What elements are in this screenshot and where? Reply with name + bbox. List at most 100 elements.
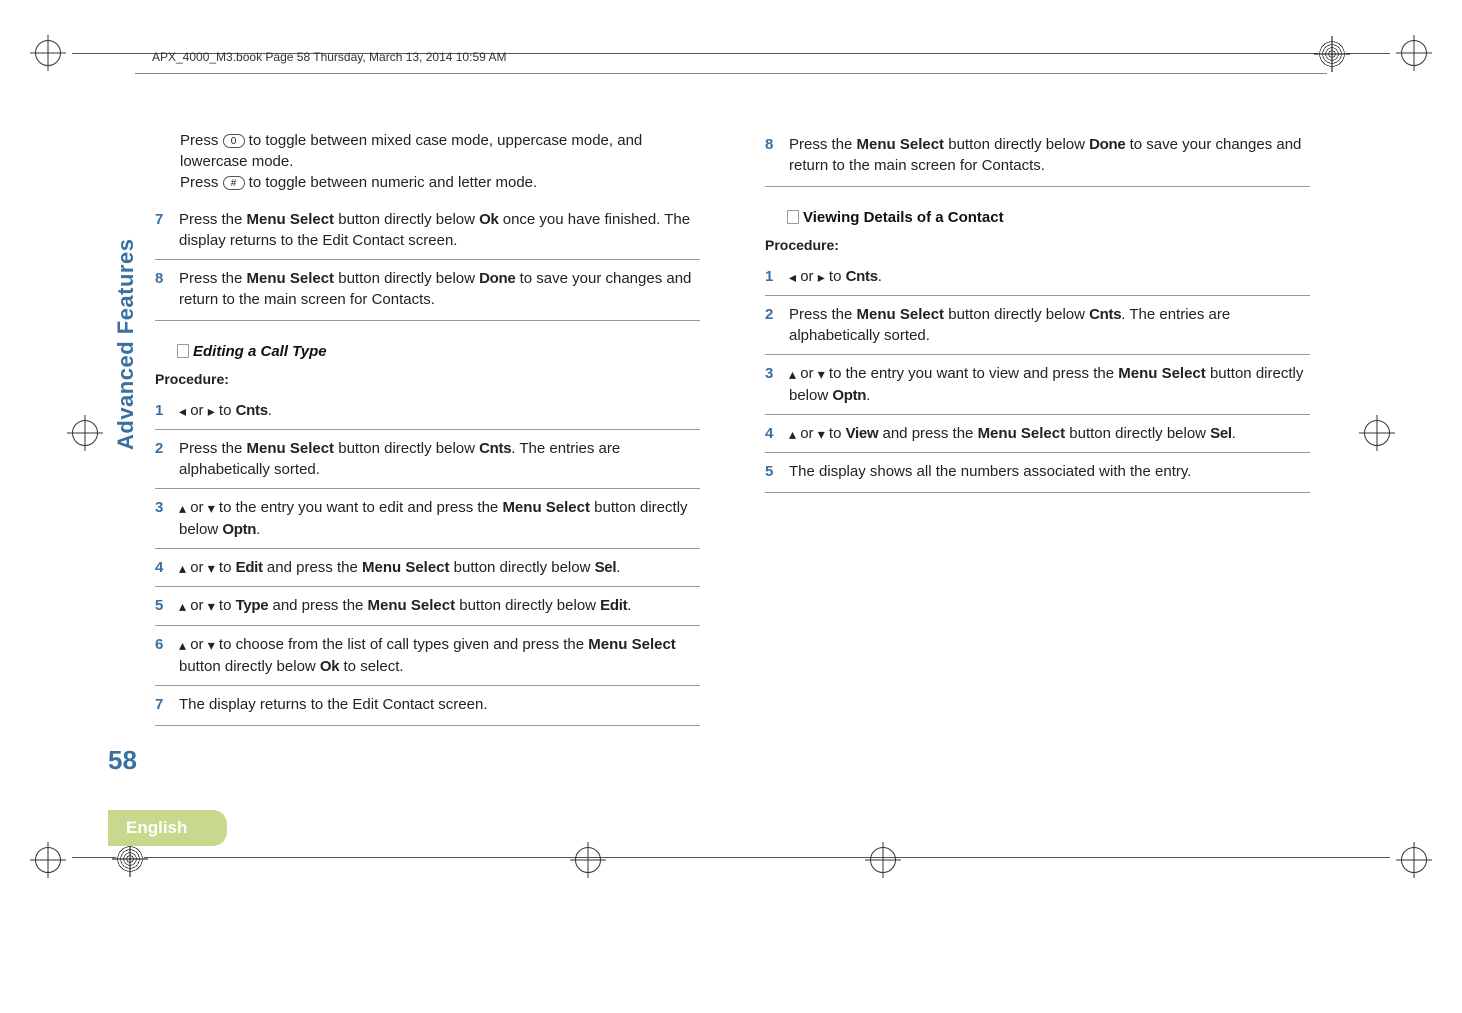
ui-label: Menu Select: [247, 211, 335, 228]
softkey-label: View: [846, 425, 879, 442]
step-body: ▴ or ▾ to the entry you want to edit and…: [179, 497, 700, 540]
step-body: ◂ or ▸ to Cnts.: [179, 400, 700, 422]
text: to choose from the list of call types gi…: [215, 636, 589, 653]
text: Press the: [789, 136, 857, 153]
step-item: 8 Press the Menu Select button directly …: [765, 130, 1310, 187]
left-column: Press 0 to toggle between mixed case mod…: [155, 130, 700, 726]
target-mark-icon: [116, 845, 144, 873]
up-arrow-icon: ▴: [789, 426, 796, 442]
up-arrow-icon: ▴: [179, 637, 186, 653]
step-number: 3: [155, 497, 179, 540]
text: to toggle between numeric and letter mod…: [245, 174, 538, 191]
text: .: [268, 402, 272, 419]
section-doc-icon: [787, 210, 799, 224]
ui-label: Menu Select: [247, 440, 335, 457]
step-item: 8 Press the Menu Select button directly …: [155, 259, 700, 321]
target-mark-icon: [1318, 40, 1346, 68]
ui-label: Menu Select: [362, 559, 450, 576]
step-item: 4 ▴ or ▾ to View and press the Menu Sele…: [765, 414, 1310, 453]
step-number: 2: [765, 304, 789, 346]
text: or: [796, 268, 818, 285]
text: Press: [180, 174, 223, 191]
step-number: 2: [155, 438, 179, 480]
step-number: 1: [155, 400, 179, 422]
text: .: [1232, 425, 1236, 442]
step-item: 7 Press the Menu Select button directly …: [155, 205, 700, 259]
step-item: 5 ▴ or ▾ to Type and press the Menu Sele…: [155, 586, 700, 625]
step-number: 8: [765, 134, 789, 176]
text: to: [215, 597, 236, 614]
text: to: [215, 402, 236, 419]
text: The display shows all the numbers associ…: [789, 463, 1191, 480]
sidebar-section-label: Advanced Features: [113, 200, 139, 450]
text: to: [825, 425, 846, 442]
key-hash-icon: #: [223, 176, 245, 190]
crop-line: [135, 73, 1327, 74]
softkey-label: Sel: [595, 559, 617, 576]
softkey-label: Optn: [222, 521, 256, 538]
ui-label: Menu Select: [502, 499, 590, 516]
text: or: [186, 402, 208, 419]
softkey-label: Type: [236, 597, 269, 614]
step-item: 2 Press the Menu Select button directly …: [765, 295, 1310, 354]
left-arrow-icon: ◂: [179, 403, 186, 419]
step-number: 6: [155, 634, 179, 677]
right-arrow-icon: ▸: [208, 403, 215, 419]
ui-label: Menu Select: [1118, 365, 1206, 382]
text: button directly below: [450, 559, 595, 576]
text: Press the: [179, 270, 247, 287]
text: .: [866, 387, 870, 404]
title-text: Viewing Details of a Contact: [803, 209, 1004, 226]
step-item: 7 The display returns to the Edit Contac…: [155, 685, 700, 726]
text: .: [627, 597, 631, 614]
text: Press: [180, 132, 223, 149]
step-body: The display shows all the numbers associ…: [789, 461, 1310, 482]
down-arrow-icon: ▾: [818, 426, 825, 442]
step-body: ▴ or ▾ to choose from the list of call t…: [179, 634, 700, 677]
language-badge: English: [108, 810, 227, 846]
step-number: 8: [155, 268, 179, 310]
ui-label: Menu Select: [857, 306, 945, 323]
step-body: ▴ or ▾ to the entry you want to view and…: [789, 363, 1310, 406]
ui-label: Menu Select: [857, 136, 945, 153]
softkey-label: Done: [1089, 136, 1125, 153]
text: Press the: [179, 440, 247, 457]
page-header: APX_4000_M3.book Page 58 Thursday, March…: [152, 50, 506, 64]
step-body: ▴ or ▾ to Type and press the Menu Select…: [179, 595, 700, 617]
register-mark-icon: [870, 847, 896, 873]
step-body: Press the Menu Select button directly be…: [789, 304, 1310, 346]
key-0-icon: 0: [223, 134, 245, 148]
up-arrow-icon: ▴: [179, 500, 186, 516]
step-list: 8 Press the Menu Select button directly …: [765, 130, 1310, 187]
text: or: [186, 559, 208, 576]
text: and press the: [878, 425, 977, 442]
step-list: 1 ◂ or ▸ to Cnts. 2 Press the Menu Selec…: [765, 262, 1310, 494]
step-number: 4: [155, 557, 179, 579]
down-arrow-icon: ▾: [818, 366, 825, 382]
section-title: Editing a Call Type: [177, 341, 700, 362]
softkey-label: Optn: [832, 387, 866, 404]
text: button directly below: [334, 270, 479, 287]
text: or: [796, 425, 818, 442]
register-mark-icon: [1364, 420, 1390, 446]
text: to: [215, 559, 236, 576]
crop-line: [72, 857, 1390, 858]
procedure-label: Procedure:: [765, 236, 1310, 256]
text: button directly below: [334, 211, 479, 228]
register-mark-icon: [72, 420, 98, 446]
text: button directly below: [1065, 425, 1210, 442]
step-item: 3 ▴ or ▾ to the entry you want to edit a…: [155, 488, 700, 548]
title-text: Editing a Call Type: [193, 343, 327, 360]
step-number: 3: [765, 363, 789, 406]
down-arrow-icon: ▾: [208, 598, 215, 614]
register-mark-icon: [575, 847, 601, 873]
down-arrow-icon: ▾: [208, 637, 215, 653]
step-number: 5: [155, 595, 179, 617]
ui-label: Menu Select: [588, 636, 676, 653]
softkey-label: Edit: [600, 597, 627, 614]
step-body: ▴ or ▾ to View and press the Menu Select…: [789, 423, 1310, 445]
text: or: [186, 499, 208, 516]
step-list: 7 Press the Menu Select button directly …: [155, 205, 700, 321]
text: to the entry you want to edit and press …: [215, 499, 503, 516]
text: to select.: [339, 658, 403, 675]
